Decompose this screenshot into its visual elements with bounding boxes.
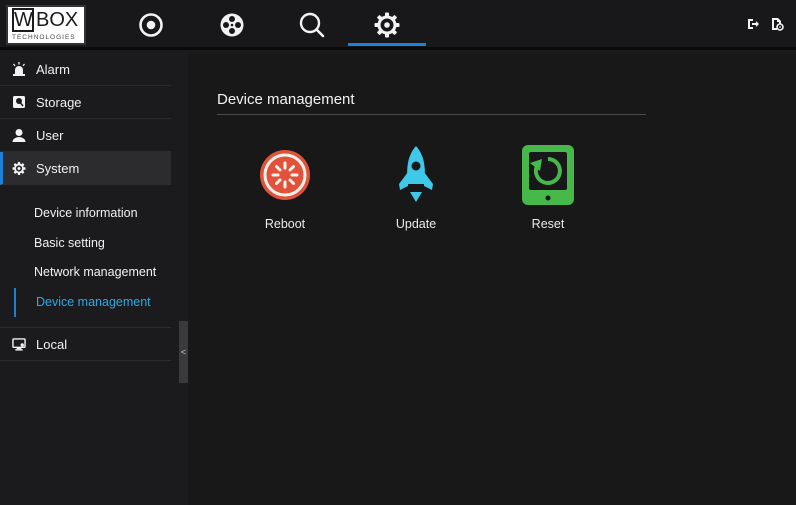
submenu-network-management[interactable]: Network management [0, 258, 171, 288]
sidebar: Alarm Storage User System Device informa… [0, 53, 171, 505]
page-title: Device management [217, 91, 355, 108]
sidebar-gutter [171, 53, 188, 505]
submenu-device-management[interactable]: Device management [0, 287, 171, 318]
monitor-icon [12, 337, 26, 351]
sidebar-collapse-handle[interactable]: < [179, 321, 188, 383]
gear-icon [12, 161, 26, 175]
rocket-icon [388, 145, 444, 205]
logout-button[interactable] [746, 17, 762, 33]
sidebar-item-label: Alarm [36, 61, 70, 77]
film-reel-icon [220, 13, 244, 37]
sidebar-item-label: User [36, 127, 64, 143]
reset-label: Reset [531, 217, 565, 231]
alarm-icon [12, 62, 26, 76]
sidebar-item-storage[interactable]: Storage [0, 86, 171, 119]
nav-settings[interactable] [370, 8, 404, 42]
update-label: Update [395, 217, 437, 231]
logo-word: BOX [36, 9, 79, 31]
logo-letter: W [12, 8, 34, 32]
reboot-button[interactable]: Reboot [245, 145, 325, 231]
wbox-logo: W BOX TECHNOLOGIES [6, 5, 86, 45]
title-divider [217, 114, 646, 115]
file-settings-button[interactable] [770, 17, 786, 33]
reboot-label: Reboot [264, 217, 306, 231]
nav-playback[interactable] [215, 8, 249, 42]
collapse-arrow: < [180, 347, 187, 357]
reset-button[interactable]: Reset [508, 145, 588, 231]
submenu-basic-setting[interactable]: Basic setting [0, 229, 171, 259]
gear-icon [374, 12, 400, 38]
sidebar-item-local[interactable]: Local [0, 328, 171, 361]
active-tab-indicator [348, 43, 426, 46]
search-icon [299, 12, 325, 38]
reboot-icon [257, 145, 313, 205]
sidebar-item-user[interactable]: User [0, 119, 171, 152]
top-bar: W BOX TECHNOLOGIES [0, 0, 796, 50]
storage-icon [12, 95, 26, 109]
file-settings-icon [772, 18, 784, 31]
sidebar-item-label: Storage [36, 94, 82, 110]
update-button[interactable]: Update [376, 145, 456, 231]
nav-live-view[interactable] [134, 8, 168, 42]
sidebar-item-system[interactable]: System [0, 152, 171, 185]
user-icon [12, 128, 26, 142]
sidebar-item-label: Local [36, 336, 68, 352]
logout-icon [748, 19, 759, 29]
sidebar-item-label: System [36, 160, 80, 176]
reset-tablet-icon [520, 145, 576, 205]
sidebar-item-alarm[interactable]: Alarm [0, 53, 171, 86]
submenu-device-information[interactable]: Device information [0, 199, 171, 229]
system-submenu: Device information Basic setting Network… [0, 185, 171, 328]
live-view-icon [139, 13, 163, 37]
nav-search[interactable] [295, 8, 329, 42]
main-content: Device management Reboot Update Reset [188, 53, 796, 505]
logo-subtitle: TECHNOLOGIES [12, 34, 76, 41]
